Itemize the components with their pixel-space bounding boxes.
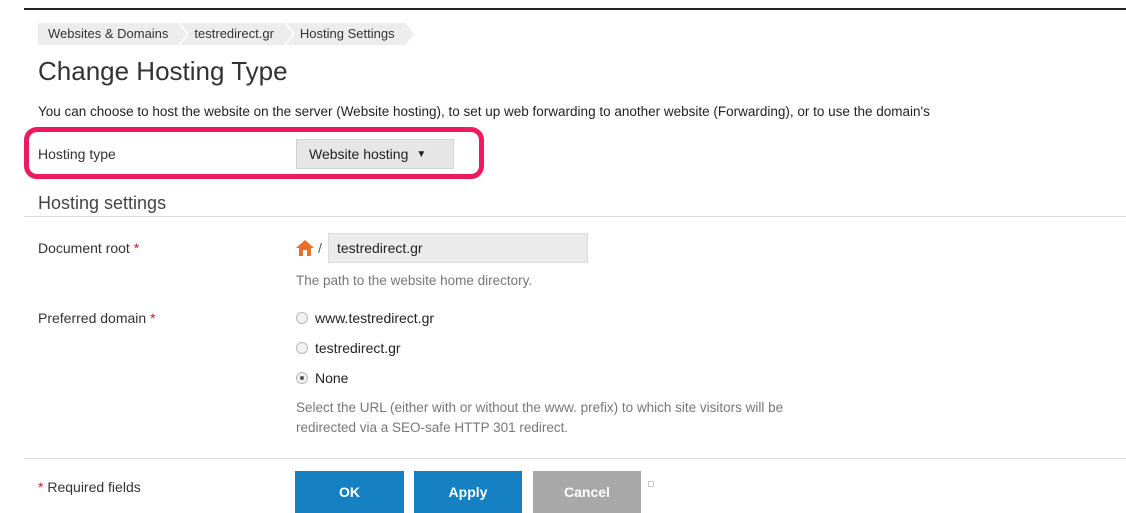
radio-button[interactable] (296, 342, 308, 354)
breadcrumb-domain[interactable]: testredirect.gr (180, 23, 296, 45)
intro-text: You can choose to host the website on th… (38, 104, 930, 119)
footer-divider (24, 458, 1126, 459)
section-divider (24, 216, 1126, 217)
radio-option-bare-domain[interactable]: testredirect.gr (296, 340, 401, 356)
top-border (24, 8, 1126, 10)
cancel-button[interactable]: Cancel (533, 471, 641, 513)
section-title-hosting-settings: Hosting settings (38, 193, 167, 213)
breadcrumb-hosting-settings[interactable]: Hosting Settings (285, 23, 416, 45)
radio-option-www[interactable]: www.testredirect.gr (296, 310, 434, 326)
small-square-icon (648, 481, 654, 487)
required-mark: * (150, 310, 156, 326)
home-icon (295, 239, 315, 262)
page-title: Change Hosting Type (38, 56, 288, 86)
breadcrumb-websites-domains[interactable]: Websites & Domains (38, 23, 190, 45)
preferred-domain-label: Preferred domain * (38, 310, 156, 326)
required-mark: * (38, 479, 44, 495)
breadcrumb: Websites & Domains testredirect.gr Hosti… (38, 23, 416, 45)
preferred-domain-hint: Select the URL (either with or without t… (296, 400, 784, 435)
required-fields-note: * Required fields (38, 479, 141, 495)
path-separator: / (318, 240, 322, 256)
ok-button[interactable]: OK (295, 471, 404, 513)
apply-button[interactable]: Apply (414, 471, 522, 513)
radio-option-none[interactable]: None (296, 370, 348, 386)
radio-button[interactable] (296, 312, 308, 324)
hosting-type-value: Website hosting (309, 146, 409, 162)
required-mark: * (133, 240, 140, 256)
document-root-input[interactable] (328, 233, 588, 263)
document-root-label: Document root * (38, 240, 140, 256)
hosting-type-label: Hosting type (38, 146, 116, 162)
chevron-down-icon: ▼ (416, 148, 427, 160)
hosting-type-select[interactable]: Website hosting ▼ (296, 139, 454, 169)
document-root-hint: The path to the website home directory. (296, 273, 533, 288)
radio-button-selected[interactable] (296, 372, 308, 384)
